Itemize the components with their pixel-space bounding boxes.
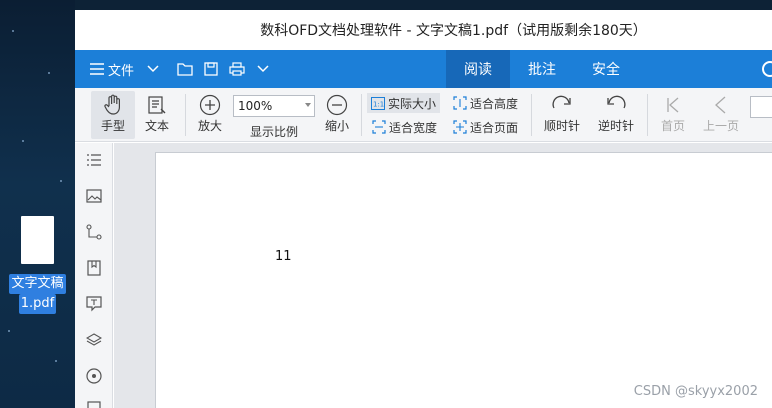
dropdown-arrow-icon bbox=[305, 103, 311, 107]
desktop-file-label-line2: 1.pdf bbox=[18, 294, 57, 314]
text-tool-label: 文本 bbox=[144, 119, 169, 133]
toolbar: 手型 文本 放大 100% 显示比例 缩小 1:1 实际大小 适合高度 适合宽度… bbox=[75, 88, 772, 142]
fit-height-button[interactable]: 适合高度 bbox=[453, 93, 518, 113]
hamburger-icon bbox=[90, 63, 104, 75]
file-menu-label: 文件 bbox=[108, 63, 135, 79]
hand-icon bbox=[104, 94, 120, 115]
text-select-icon bbox=[148, 96, 166, 114]
fit-width-icon bbox=[372, 120, 386, 134]
zoom-ratio-label: 显示比例 bbox=[250, 124, 299, 139]
title-bar: 数科OFD文档处理软件 - 文字文稿1.pdf（试用版剩余180天） bbox=[75, 10, 772, 50]
zoom-out-icon bbox=[326, 94, 348, 116]
actual-size-label: 实际大小 bbox=[388, 96, 437, 111]
page-number-input[interactable] bbox=[750, 96, 772, 118]
desktop-background: 文字文稿 1.pdf bbox=[0, 0, 75, 408]
more-chevron-icon[interactable] bbox=[250, 56, 276, 82]
content-area: 11 bbox=[75, 143, 772, 408]
app-window: 数科OFD文档处理软件 - 文字文稿1.pdf（试用版剩余180天） 文件 阅读… bbox=[75, 10, 772, 408]
thumbnail-icon[interactable] bbox=[85, 187, 103, 205]
fit-page-icon bbox=[453, 120, 467, 134]
text-tool-button[interactable]: 文本 bbox=[137, 91, 177, 139]
actual-size-icon: 1:1 bbox=[371, 96, 385, 110]
rotate-counterclockwise-label: 逆时针 bbox=[597, 119, 634, 133]
rotate-clockwise-button[interactable]: 顺时针 bbox=[539, 91, 585, 139]
zoom-out-button[interactable]: 缩小 bbox=[319, 91, 355, 139]
toolbar-divider bbox=[185, 94, 186, 136]
print-icon[interactable] bbox=[224, 56, 250, 82]
fit-width-label: 适合宽度 bbox=[389, 120, 438, 135]
rotate-counterclockwise-button[interactable]: 逆时针 bbox=[593, 91, 639, 139]
watermark: CSDN @skyyx2002 bbox=[633, 384, 758, 399]
first-page-button[interactable]: 首页 bbox=[653, 91, 693, 139]
document-page[interactable]: 11 bbox=[155, 152, 772, 408]
previous-page-label: 上一页 bbox=[702, 119, 739, 133]
page-text: 11 bbox=[275, 249, 292, 264]
rotate-counterclockwise-icon bbox=[607, 95, 626, 109]
attachment-icon[interactable] bbox=[85, 399, 103, 408]
window-title: 数科OFD文档处理软件 - 文字文稿1.pdf（试用版剩余180天） bbox=[260, 23, 647, 39]
open-folder-icon[interactable] bbox=[172, 56, 198, 82]
left-sidebar bbox=[75, 143, 113, 408]
zoom-value: 100% bbox=[238, 99, 273, 113]
file-menu-button[interactable]: 文件 bbox=[89, 60, 134, 79]
chevron-down-icon[interactable] bbox=[140, 56, 166, 82]
zoom-select[interactable]: 100% bbox=[233, 95, 315, 117]
tab-bar: 阅读 批注 安全 bbox=[446, 50, 638, 88]
svg-text:1:1: 1:1 bbox=[373, 100, 384, 108]
outline-icon[interactable] bbox=[85, 151, 103, 169]
document-viewport[interactable]: 11 bbox=[114, 143, 772, 408]
annotation-list-icon[interactable] bbox=[85, 295, 103, 313]
zoom-in-button[interactable]: 放大 bbox=[191, 91, 229, 139]
first-page-label: 首页 bbox=[660, 119, 685, 133]
fit-height-label: 适合高度 bbox=[470, 96, 519, 111]
actual-size-button[interactable]: 1:1 实际大小 bbox=[367, 93, 441, 113]
fit-height-icon bbox=[453, 96, 467, 110]
rotate-clockwise-label: 顺时针 bbox=[543, 119, 580, 133]
hand-tool-label: 手型 bbox=[100, 119, 125, 133]
previous-page-button[interactable]: 上一页 bbox=[699, 91, 743, 139]
tab-security[interactable]: 安全 bbox=[574, 50, 638, 88]
structure-tree-icon[interactable] bbox=[85, 223, 103, 241]
fit-page-button[interactable]: 适合页面 bbox=[453, 117, 518, 137]
desktop-file-label[interactable]: 文字文稿 1.pdf bbox=[6, 274, 69, 314]
desktop-file-label-line1: 文字文稿 bbox=[9, 274, 66, 294]
previous-page-icon bbox=[715, 96, 726, 114]
rotate-clockwise-icon bbox=[552, 95, 571, 109]
bookmark-icon[interactable] bbox=[85, 259, 103, 277]
toolbar-divider bbox=[361, 94, 362, 136]
toolbar-divider bbox=[647, 94, 648, 136]
zoom-in-icon bbox=[199, 94, 221, 116]
search-icon[interactable] bbox=[762, 61, 772, 77]
menu-bar: 文件 阅读 批注 安全 bbox=[75, 50, 772, 88]
toolbar-divider bbox=[531, 94, 532, 136]
save-icon[interactable] bbox=[198, 56, 224, 82]
zoom-in-label: 放大 bbox=[197, 119, 222, 133]
hand-tool-button[interactable]: 手型 bbox=[91, 91, 135, 139]
desktop-file-icon[interactable] bbox=[21, 216, 54, 264]
zoom-out-label: 缩小 bbox=[324, 119, 349, 133]
tab-read[interactable]: 阅读 bbox=[446, 50, 510, 88]
signature-seal-icon[interactable] bbox=[85, 367, 103, 385]
first-page-icon bbox=[667, 97, 679, 113]
tab-annotate[interactable]: 批注 bbox=[510, 50, 574, 88]
fit-page-label: 适合页面 bbox=[470, 120, 519, 135]
fit-width-button[interactable]: 适合宽度 bbox=[372, 117, 437, 137]
layers-icon[interactable] bbox=[85, 331, 103, 349]
